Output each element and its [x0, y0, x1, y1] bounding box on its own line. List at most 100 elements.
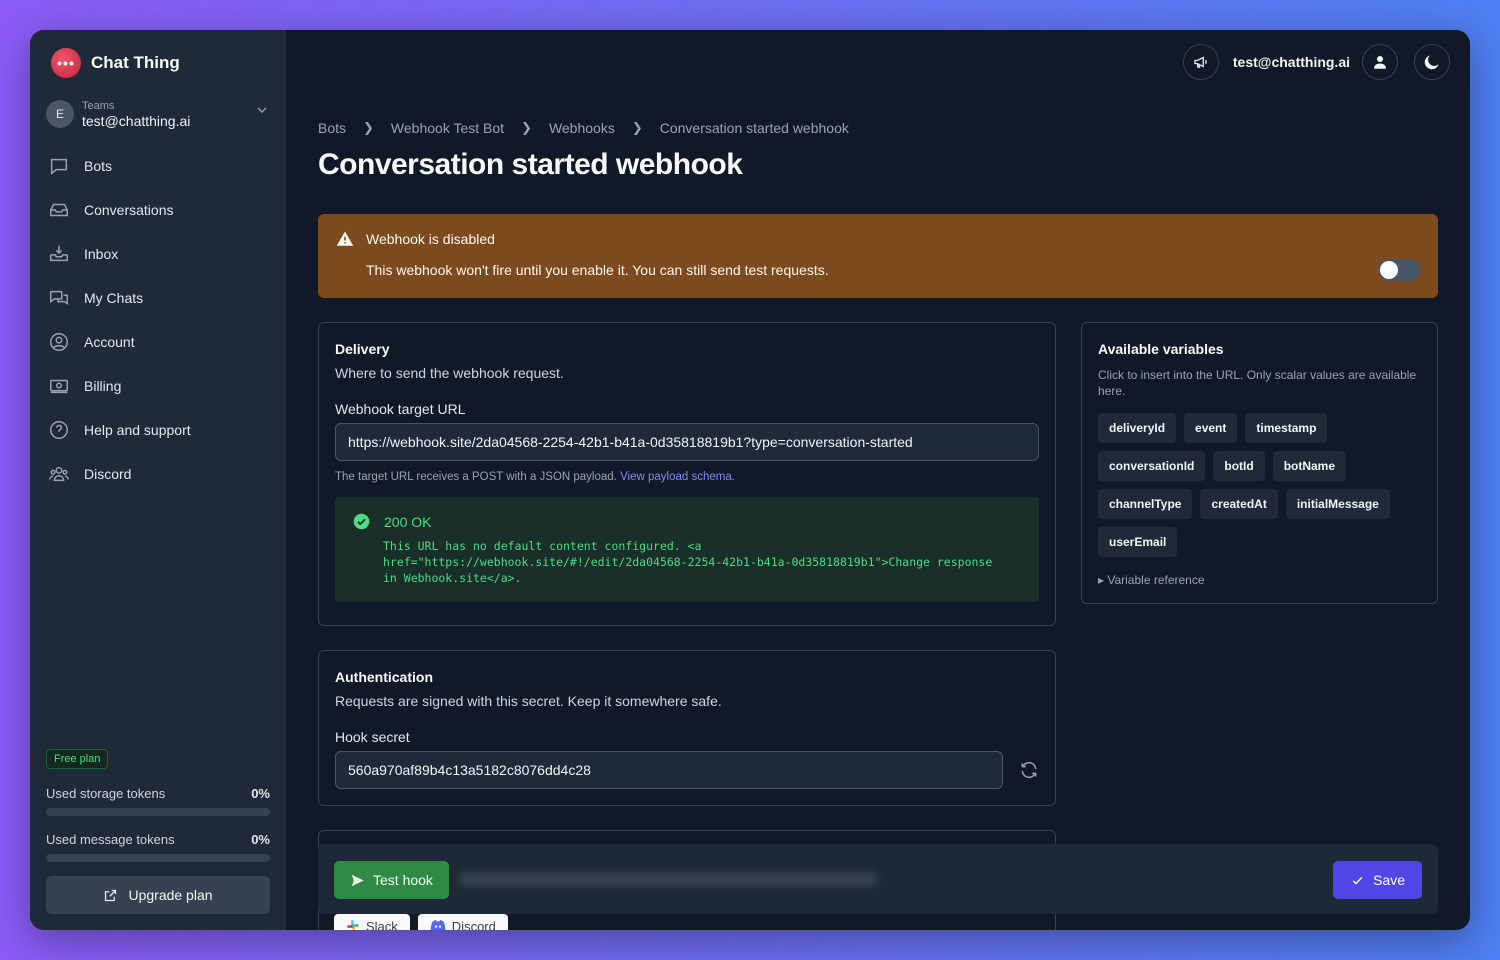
- delivery-title: Delivery: [335, 341, 390, 357]
- save-button[interactable]: Save: [1333, 861, 1422, 899]
- response-body: This URL has no default content configur…: [383, 539, 993, 585]
- sidebar-item-inbox[interactable]: Inbox: [46, 232, 270, 276]
- user-icon: [1374, 56, 1386, 69]
- user-menu-button[interactable]: [1362, 44, 1398, 80]
- upgrade-plan-label: Upgrade plan: [128, 887, 213, 903]
- app-window: ••• Chat Thing E Teams test@chatthing.ai…: [30, 30, 1470, 930]
- upgrade-plan-button[interactable]: Upgrade plan: [46, 876, 270, 914]
- sidebar-item-label: Billing: [84, 378, 122, 394]
- megaphone-icon: [1194, 56, 1207, 68]
- variables-subtitle: Click to insert into the URL. Only scala…: [1098, 368, 1417, 398]
- alert-title: Webhook is disabled: [366, 231, 495, 247]
- toggle-knob: [1380, 261, 1398, 279]
- variable-chip[interactable]: botName: [1272, 451, 1347, 481]
- sidebar-item-discord[interactable]: Discord: [46, 452, 270, 496]
- variable-chip[interactable]: deliveryId: [1098, 413, 1177, 443]
- delivery-subtitle: Where to send the webhook request.: [335, 365, 564, 381]
- chat-bubble-icon: [50, 158, 68, 175]
- breadcrumb-item-bot[interactable]: Webhook Test Bot: [391, 120, 504, 136]
- variable-chip[interactable]: initialMessage: [1285, 489, 1390, 519]
- breadcrumb-item-webhooks[interactable]: Webhooks: [549, 120, 615, 136]
- discord-button[interactable]: Discord: [417, 914, 508, 930]
- slack-button[interactable]: Slack: [334, 914, 410, 930]
- team-avatar: E: [46, 100, 74, 128]
- platform-buttons: Slack Discord: [334, 914, 508, 930]
- chevron-right-icon: ❯: [363, 120, 374, 135]
- auth-title: Authentication: [335, 669, 433, 685]
- variable-chip[interactable]: timestamp: [1245, 413, 1328, 443]
- alert-text: This webhook won't fire until you enable…: [366, 262, 829, 278]
- sidebar-item-account[interactable]: Account: [46, 320, 270, 364]
- breadcrumb-item-current: Conversation started webhook: [659, 120, 849, 136]
- test-hook-button[interactable]: Test hook: [334, 861, 449, 899]
- test-hook-label: Test hook: [373, 872, 433, 888]
- theme-toggle-button[interactable]: [1414, 44, 1450, 80]
- variable-chip[interactable]: channelType: [1098, 489, 1193, 519]
- variable-chip[interactable]: event: [1184, 413, 1238, 443]
- send-icon: [351, 874, 364, 886]
- sidebar-item-conversations[interactable]: Conversations: [46, 188, 270, 232]
- plan-badge: Free plan: [46, 749, 109, 769]
- user-circle-icon: [50, 333, 68, 351]
- chevron-down-icon[interactable]: [254, 102, 270, 118]
- user-group-icon: [49, 466, 69, 482]
- chat-bubbles-icon: [50, 290, 68, 305]
- warning-icon: [336, 231, 354, 246]
- sidebar-item-billing[interactable]: Billing: [46, 364, 270, 408]
- usage-label: Used message tokens: [46, 832, 175, 847]
- sidebar-item-label: Bots: [84, 158, 113, 174]
- inbox-download-icon: [50, 245, 68, 262]
- page-title: Conversation started webhook: [318, 148, 743, 181]
- save-label: Save: [1373, 872, 1405, 888]
- variable-chip[interactable]: userEmail: [1098, 527, 1178, 557]
- sidebar-item-label: My Chats: [84, 290, 144, 306]
- auth-subtitle: Requests are signed with this secret. Ke…: [335, 693, 722, 709]
- sidebar-item-label: Inbox: [84, 246, 119, 262]
- storage-usage-bar: [46, 808, 270, 816]
- variables-title: Available variables: [1098, 341, 1224, 357]
- brand-name: Chat Thing: [91, 53, 180, 72]
- banknotes-icon: [50, 379, 68, 394]
- hook-secret-input[interactable]: 560a970af89b4c13a5182c8076dd4c28: [335, 751, 1003, 789]
- brand-logo-icon: •••: [51, 48, 81, 78]
- breadcrumb-item-bots[interactable]: Bots: [318, 120, 346, 136]
- variable-chip[interactable]: conversationId: [1098, 451, 1206, 481]
- test-response-panel: 200 OK This URL has no default content c…: [335, 497, 1039, 602]
- variable-chip[interactable]: botId: [1213, 451, 1265, 481]
- sidebar-item-help[interactable]: Help and support: [46, 408, 270, 452]
- slack-icon: [347, 920, 359, 930]
- usage-value: 0%: [251, 832, 270, 847]
- user-email: test@chatthing.ai: [1232, 54, 1350, 70]
- team-label: Teams: [82, 99, 115, 112]
- announcements-button[interactable]: [1182, 44, 1219, 80]
- brand[interactable]: ••• Chat Thing: [51, 48, 180, 78]
- sidebar-item-bots[interactable]: Bots: [46, 144, 270, 188]
- payload-schema-link[interactable]: View payload schema.: [620, 471, 735, 483]
- usage-value: 0%: [251, 786, 270, 801]
- chevron-right-icon: ❯: [631, 120, 643, 135]
- discord-icon: [430, 920, 446, 930]
- topbar: test@chatthing.ai: [1182, 44, 1450, 80]
- storage-usage: Used storage tokens 0%: [46, 786, 270, 816]
- sidebar-item-label: Conversations: [84, 202, 174, 218]
- action-bar: Test hook Save: [318, 844, 1438, 914]
- webhook-url-help: The target URL receives a POST with a JS…: [335, 471, 1039, 483]
- blurred-content: [458, 872, 878, 886]
- team-email: test@chatthing.ai: [82, 112, 191, 129]
- variable-reference-toggle[interactable]: ▸ Variable reference: [1098, 573, 1421, 587]
- response-status: 200 OK: [384, 513, 432, 530]
- message-usage-bar: [46, 854, 270, 862]
- sidebar-nav: Bots Conversations Inbox My Chats Accoun…: [46, 144, 270, 496]
- team-switcher[interactable]: E Teams test@chatthing.ai: [46, 96, 270, 132]
- sidebar-item-my-chats[interactable]: My Chats: [46, 276, 270, 320]
- help-text: The target URL receives a POST with a JS…: [335, 471, 617, 483]
- webhook-url-input[interactable]: https://webhook.site/2da04568-2254-42b1-…: [335, 423, 1039, 461]
- disabled-alert: Webhook is disabled This webhook won't f…: [318, 214, 1438, 298]
- sidebar: ••• Chat Thing E Teams test@chatthing.ai…: [30, 30, 286, 930]
- sidebar-item-label: Help and support: [84, 422, 191, 438]
- inbox-stack-icon: [50, 203, 68, 217]
- refresh-icon[interactable]: [1019, 760, 1039, 780]
- enable-webhook-toggle[interactable]: [1378, 259, 1420, 281]
- variable-chip[interactable]: createdAt: [1200, 489, 1278, 519]
- moon-icon: [1424, 55, 1439, 70]
